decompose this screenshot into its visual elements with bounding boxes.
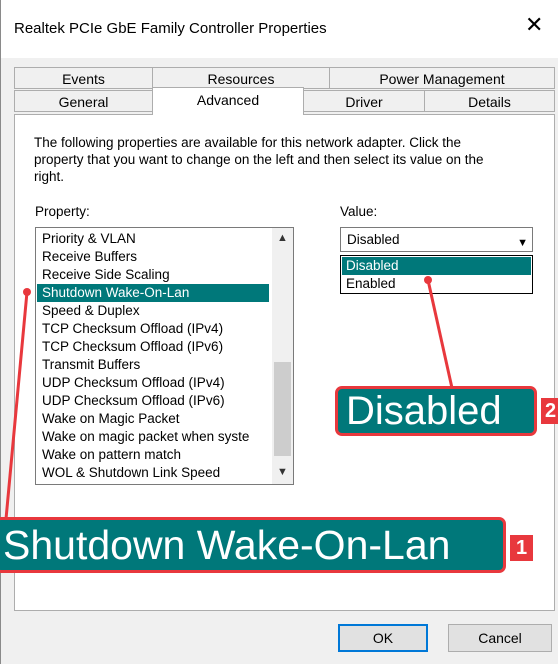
callout-2-badge: 2 bbox=[541, 398, 558, 424]
callout-2-line bbox=[426, 279, 454, 389]
callout-1-badge: 1 bbox=[510, 535, 533, 561]
callout-1-line bbox=[4, 291, 29, 520]
callout-1-label: Shutdown Wake-On-Lan bbox=[0, 517, 506, 573]
callout-2-label: Disabled bbox=[335, 386, 537, 436]
